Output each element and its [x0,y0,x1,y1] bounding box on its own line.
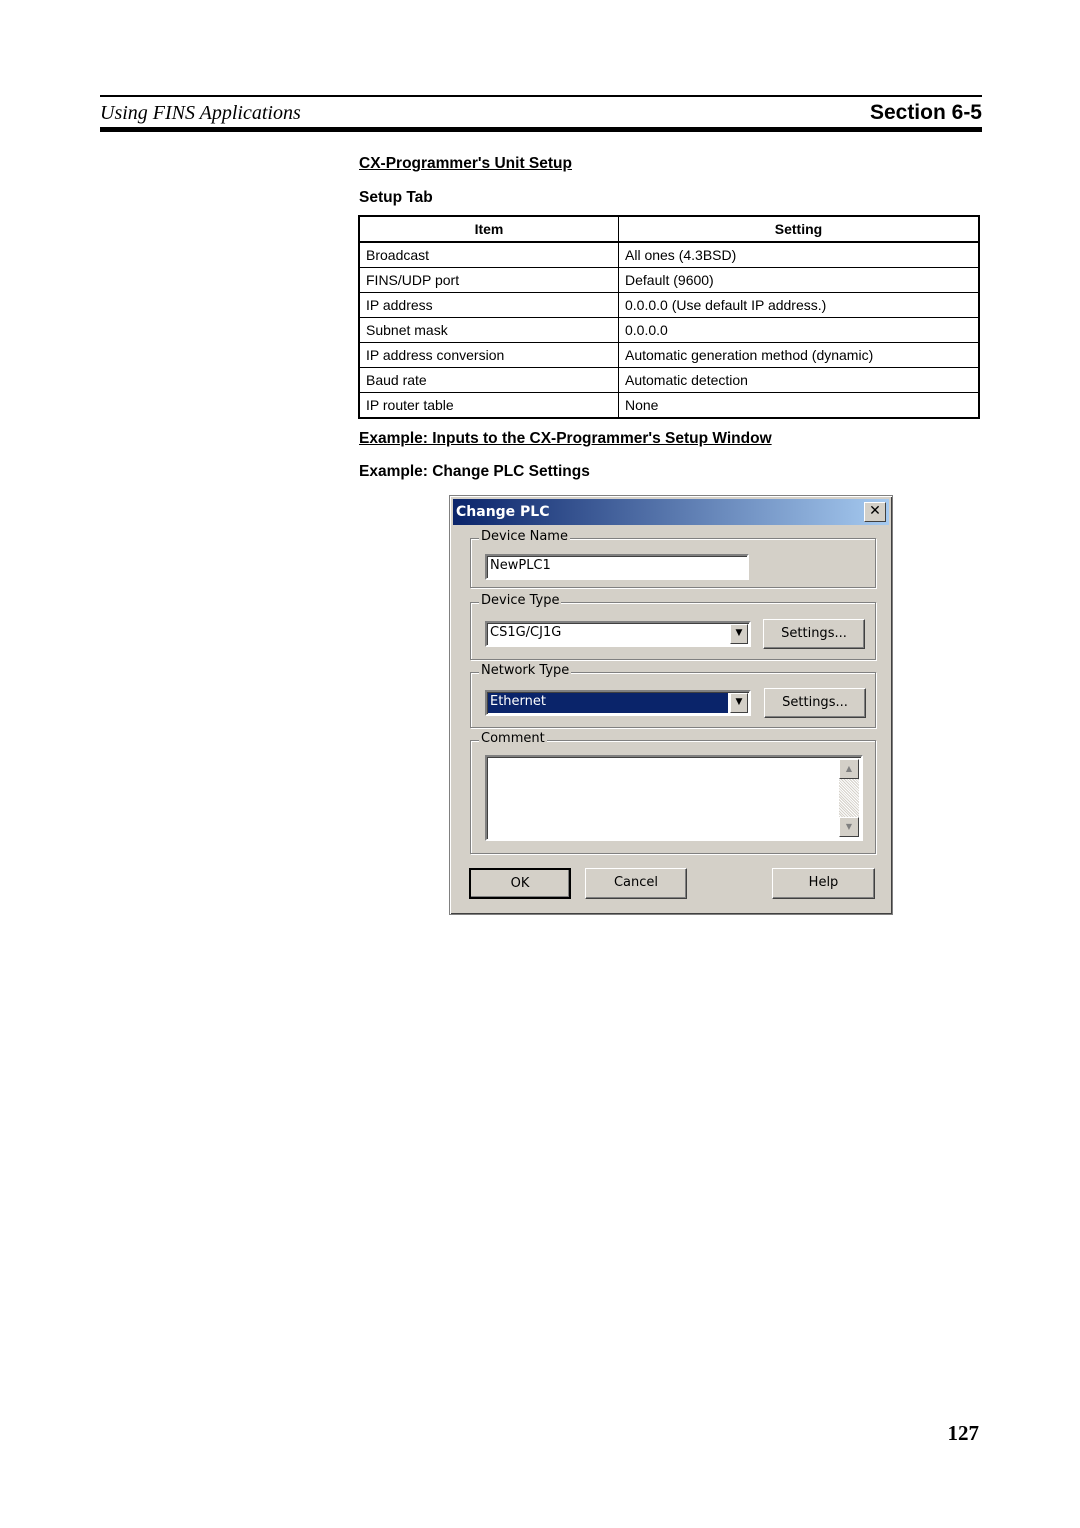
cell-item: Broadcast [358,241,619,268]
cell-item: IP address [358,292,619,318]
chevron-down-icon: ▼ [735,697,743,707]
running-header-section: Section 6-5 [869,101,982,124]
table-row: IP address conversion Automatic generatio… [358,342,980,368]
cell-setting: 0.0.0.0 [618,317,980,343]
cell-setting: Automatic detection [618,367,980,393]
table-header-row: Item Setting [358,215,980,243]
device-type-group: Device Type CS1G/CJ1G ▼ Settings... [470,593,876,660]
cancel-button[interactable]: Cancel [585,868,687,899]
cell-setting: None [618,392,980,419]
table-row: Subnet mask 0.0.0.0 [358,317,980,343]
device-type-label: Device Type [479,593,562,608]
network-type-settings-button[interactable]: Settings... [764,688,866,718]
settings-label: Settings... [782,695,848,710]
comment-label: Comment [479,731,547,746]
scroll-up-button[interactable]: ▲ [839,759,859,779]
network-type-select[interactable]: Ethernet ▼ [485,690,751,716]
chevron-down-icon: ▼ [735,628,743,638]
change-plc-dialog: Change PLC ✕ Device Name NewPLC1 Device … [449,495,893,915]
table-row: Broadcast All ones (4.3BSD) [358,241,980,268]
cell-item: IP address conversion [358,342,619,368]
cell-item: Baud rate [358,367,619,393]
dialog-title-bar[interactable]: Change PLC [453,499,889,525]
close-button[interactable]: ✕ [864,502,886,522]
cell-item: IP router table [358,392,619,419]
device-type-dropdown-button[interactable]: ▼ [730,624,748,644]
device-type-settings-button[interactable]: Settings... [763,619,865,649]
comment-scrollbar[interactable]: ▲ ▼ [839,759,859,837]
arrow-down-icon: ▼ [845,822,853,831]
comment-group: Comment ▲ ▼ [470,731,876,854]
page-number: 127 [947,1421,980,1445]
device-name-value: NewPLC1 [490,558,551,573]
settings-label: Settings... [781,626,847,641]
network-type-value: Ethernet [488,693,728,713]
cell-item: FINS/UDP port [358,267,619,293]
device-type-value: CS1G/CJ1G [490,625,562,640]
heading-setup-tab: Setup Tab [359,189,433,206]
network-type-dropdown-button[interactable]: ▼ [730,693,748,713]
table-row: IP address 0.0.0.0 (Use default IP addres… [358,292,980,318]
table-row: IP router table None [358,392,980,419]
cell-setting: Default (9600) [618,267,980,293]
heading-example-change: Example: Change PLC Settings [359,463,590,480]
running-header-title: Using FINS Applications [100,102,301,124]
dialog-title: Change PLC [456,504,550,520]
ok-button[interactable]: OK [469,868,571,899]
cell-setting: All ones (4.3BSD) [618,241,980,268]
comment-textarea[interactable]: ▲ ▼ [485,755,863,841]
heading-unit-setup: CX-Programmer's Unit Setup [359,155,572,172]
device-name-group: Device Name NewPLC1 [470,529,876,588]
cell-item: Subnet mask [358,317,619,343]
close-icon: ✕ [869,503,881,519]
help-label: Help [808,875,839,890]
network-type-group: Network Type Ethernet ▼ Settings... [470,663,876,728]
network-type-label: Network Type [479,663,572,678]
device-name-label: Device Name [479,529,570,544]
device-name-input[interactable]: NewPLC1 [485,554,749,580]
help-button[interactable]: Help [772,868,875,899]
device-type-select[interactable]: CS1G/CJ1G ▼ [485,621,751,647]
scroll-down-button[interactable]: ▼ [839,817,859,837]
heading-example-inputs: Example: Inputs to the CX-Programmer's S… [359,430,772,447]
table-row: FINS/UDP port Default (9600) [358,267,980,293]
header-rule-bottom [100,127,982,132]
table-row: Baud rate Automatic detection [358,367,980,393]
cell-setting: 0.0.0.0 (Use default IP address.) [618,292,980,318]
column-header-setting: Setting [618,215,980,243]
arrow-up-icon: ▲ [845,764,853,773]
column-header-item: Item [358,215,619,243]
setup-table: Item Setting Broadcast All ones (4.3BSD) … [358,215,980,419]
cancel-label: Cancel [613,875,659,890]
cell-setting: Automatic generation method (dynamic) [618,342,980,368]
ok-label: OK [510,876,530,891]
header-rule-top [100,95,982,97]
